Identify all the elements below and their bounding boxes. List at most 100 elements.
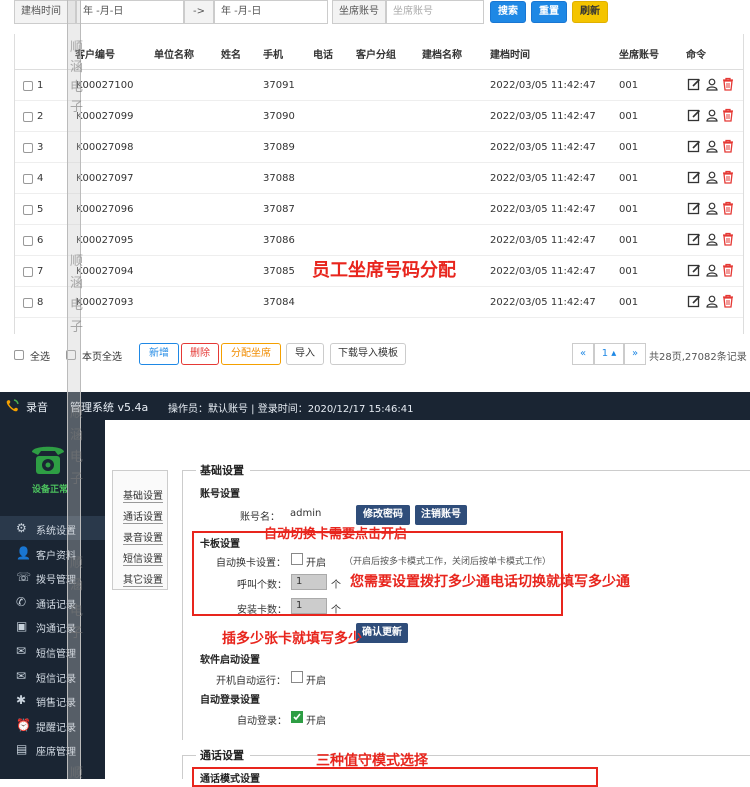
- sidebar-item-notes[interactable]: ▣ 沟通记录: [0, 614, 105, 638]
- edit-icon[interactable]: [687, 170, 701, 184]
- edit-icon[interactable]: [687, 201, 701, 215]
- logout-account-button[interactable]: 注销账号: [415, 505, 467, 525]
- refresh-button[interactable]: 刷新: [572, 1, 608, 23]
- account-settings-title: 账号设置: [200, 489, 240, 500]
- row-index: 1: [37, 80, 44, 91]
- download-template-button[interactable]: 下载导入模板: [330, 343, 406, 365]
- edit-icon[interactable]: [687, 232, 701, 246]
- date-from-input[interactable]: 年 -月-日: [76, 0, 184, 24]
- row-checkbox[interactable]: [23, 112, 33, 122]
- table-row: 4 K00027097 37088 2022/03/05 11:42:47 001: [15, 163, 743, 194]
- date-to-input[interactable]: 年 -月-日: [214, 0, 328, 24]
- next-page-button[interactable]: »: [624, 343, 646, 365]
- user-icon[interactable]: [705, 170, 719, 184]
- divider: [182, 755, 183, 779]
- table-footer: 全选 本页全选 新增 删除 分配坐席 导入 下载导入模板 « 1 ▴ » 共28…: [0, 342, 750, 368]
- cell-mobile: 37086: [263, 235, 295, 246]
- cell-record-time: 2022/03/05 11:42:47: [490, 235, 596, 246]
- checkmark-icon: [293, 713, 301, 721]
- row-checkbox[interactable]: [23, 205, 33, 215]
- watermark-char: 子: [70, 472, 84, 487]
- telephone-icon: [32, 446, 64, 474]
- edit-icon[interactable]: [687, 108, 701, 122]
- row-index: 8: [37, 297, 44, 308]
- trash-icon[interactable]: [721, 139, 735, 153]
- page-select[interactable]: 1 ▴: [594, 343, 624, 365]
- cell-record-time: 2022/03/05 11:42:47: [490, 142, 596, 153]
- trash-icon[interactable]: [721, 232, 735, 246]
- watermark-char: 涵: [70, 276, 84, 291]
- sidebar-item-sms-log[interactable]: ✉ 短信记录: [0, 664, 105, 688]
- row-index: 5: [37, 204, 44, 215]
- trash-icon[interactable]: [721, 77, 735, 91]
- sidebar-item-dial[interactable]: ☏ 拨号管理: [0, 565, 105, 589]
- watermark-char: 顺: [70, 254, 84, 269]
- reset-button[interactable]: 重置: [531, 1, 567, 23]
- search-button[interactable]: 搜索: [490, 1, 526, 23]
- row-checkbox[interactable]: [23, 236, 33, 246]
- user-icon[interactable]: [705, 77, 719, 91]
- edit-icon[interactable]: [687, 263, 701, 277]
- row-checkbox[interactable]: [23, 298, 33, 308]
- watermark-char: 涵: [70, 578, 84, 593]
- change-password-button[interactable]: 修改密码: [356, 505, 410, 525]
- edit-icon[interactable]: [687, 294, 701, 308]
- sales-icon: ✱: [16, 693, 27, 708]
- table-row: 3 K00027098 37089 2022/03/05 11:42:47 001: [15, 132, 743, 163]
- confirm-update-button[interactable]: 确认更新: [356, 623, 408, 643]
- cell-mobile: 37085: [263, 266, 295, 277]
- sidebar-item-seat[interactable]: ▤ 座席管理: [0, 737, 105, 761]
- sidebar-item-bell[interactable]: ⏰ 提醒记录: [0, 713, 105, 737]
- row-checkbox[interactable]: [23, 174, 33, 184]
- watermark-char: 顺: [70, 766, 84, 781]
- tab-call[interactable]: 通话设置: [123, 508, 163, 524]
- auto-login-title: 自动登录设置: [200, 695, 260, 706]
- user-icon[interactable]: [705, 201, 719, 215]
- add-button[interactable]: 新增: [139, 343, 179, 365]
- cell-seat: 001: [619, 142, 639, 153]
- import-button[interactable]: 导入: [286, 343, 324, 365]
- trash-icon[interactable]: [721, 170, 735, 184]
- col-name: 姓名: [221, 50, 241, 61]
- sidebar-item-sales[interactable]: ✱ 销售记录: [0, 688, 105, 712]
- auto-login-checkbox[interactable]: [291, 711, 303, 723]
- trash-icon[interactable]: [721, 294, 735, 308]
- boot-checkbox[interactable]: [291, 671, 303, 683]
- row-checkbox[interactable]: [23, 143, 33, 153]
- edit-icon[interactable]: [687, 77, 701, 91]
- row-checkbox[interactable]: [23, 81, 33, 91]
- user-icon[interactable]: [705, 139, 719, 153]
- prev-page-button[interactable]: «: [572, 343, 594, 365]
- app-header: 录音 管理系统 v5.4a 操作员：默认账号 | 登录时间：2020/12/17 …: [0, 392, 750, 420]
- sidebar-item-sms[interactable]: ✉ 短信管理: [0, 639, 105, 663]
- watermark-char: 子: [70, 626, 84, 641]
- trash-icon[interactable]: [721, 263, 735, 277]
- trash-icon[interactable]: [721, 108, 735, 122]
- edit-icon[interactable]: [687, 139, 701, 153]
- watermark-char: 电: [70, 80, 84, 95]
- seat-filter-input[interactable]: 坐席账号: [386, 0, 484, 24]
- row-checkbox[interactable]: [23, 267, 33, 277]
- trash-icon[interactable]: [721, 201, 735, 215]
- sidebar-item-gear[interactable]: ⚙ 系统设置: [0, 516, 105, 540]
- sidebar-item-contacts[interactable]: 👤 客户资料: [0, 541, 105, 565]
- cell-customer-id: K00027094: [76, 266, 134, 277]
- tab-recording[interactable]: 录音设置: [123, 529, 163, 545]
- delete-button[interactable]: 删除: [181, 343, 219, 365]
- tab-sms[interactable]: 短信设置: [123, 550, 163, 566]
- tab-other[interactable]: 其它设置: [123, 571, 163, 587]
- user-icon[interactable]: [705, 294, 719, 308]
- user-icon[interactable]: [705, 263, 719, 277]
- app-logo-icon: [6, 399, 19, 412]
- user-icon[interactable]: [705, 108, 719, 122]
- assign-seat-button[interactable]: 分配坐席: [221, 343, 281, 365]
- select-all-checkbox[interactable]: [14, 350, 24, 360]
- device-status: 设备正常: [32, 485, 69, 495]
- seat-filter-label: 坐席账号: [332, 0, 386, 24]
- user-icon[interactable]: [705, 232, 719, 246]
- sidebar-item-phone[interactable]: ✆ 通话记录: [0, 590, 105, 614]
- col-mobile: 手机: [263, 50, 283, 61]
- sms-log-icon: ✉: [16, 668, 27, 683]
- cell-record-time: 2022/03/05 11:42:47: [490, 204, 596, 215]
- tab-basic[interactable]: 基础设置: [123, 487, 163, 503]
